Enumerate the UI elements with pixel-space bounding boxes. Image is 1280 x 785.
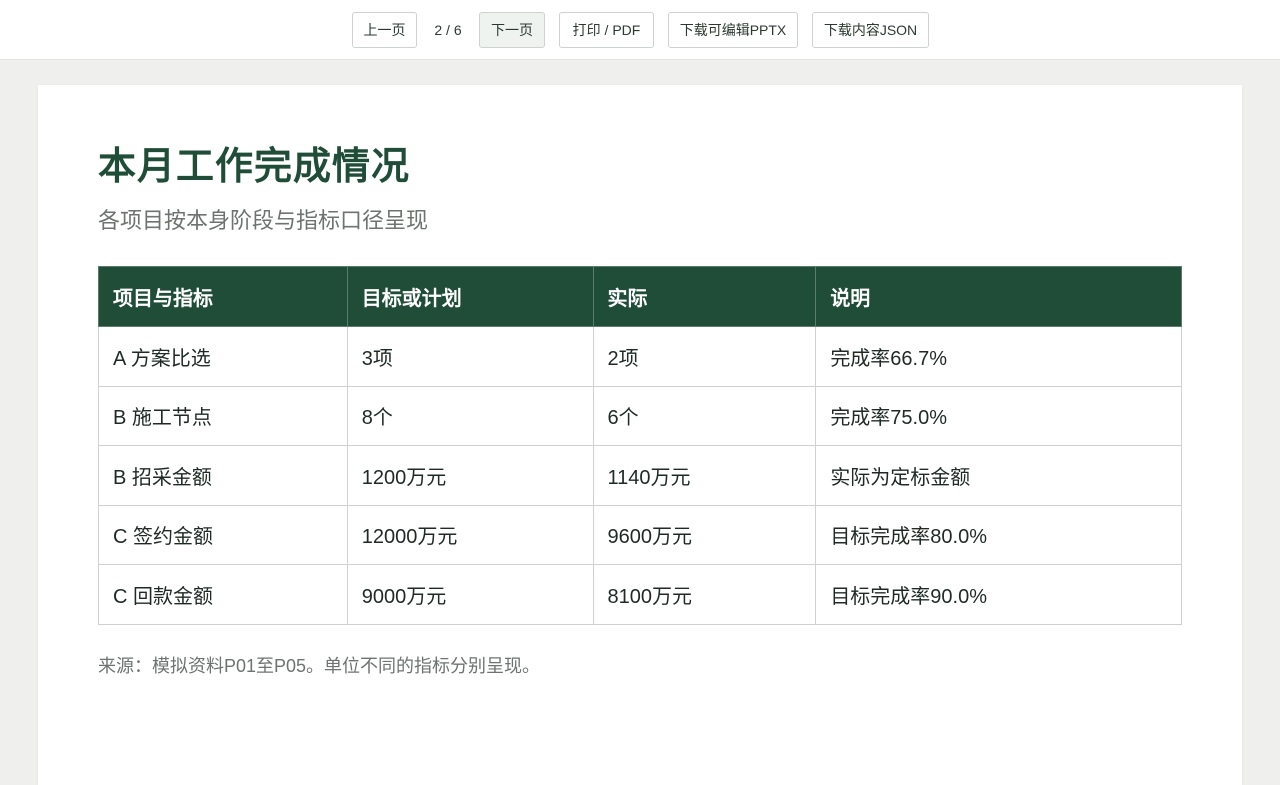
page-subtitle: 各项目按本身阶段与指标口径呈现 bbox=[98, 208, 429, 233]
cell-actual: 1140万元 bbox=[592, 445, 817, 506]
table-row: C 签约金额 12000万元 9600万元 目标完成率80.0% bbox=[98, 504, 1182, 565]
page-title: 本月工作完成情况 bbox=[98, 146, 411, 188]
header-project-metric: 项目与指标 bbox=[98, 266, 348, 327]
cell-actual: 8100万元 bbox=[592, 564, 817, 625]
table-header-row: 项目与指标 目标或计划 实际 说明 bbox=[98, 266, 1182, 327]
header-target-plan: 目标或计划 bbox=[346, 266, 594, 327]
cell-target-plan: 1200万元 bbox=[346, 445, 594, 506]
table-row: C 回款金额 9000万元 8100万元 目标完成率90.0% bbox=[98, 564, 1182, 625]
toolbar: 上一页 2 / 6 下一页 打印 / PDF 下载可编辑PPTX 下载内容JSO… bbox=[0, 0, 1280, 60]
cell-project-metric: B 施工节点 bbox=[98, 385, 348, 446]
work-completion-table: 项目与指标 目标或计划 实际 说明 A 方案比选 3项 2项 完成率66.7% … bbox=[98, 266, 1182, 625]
cell-target-plan: 9000万元 bbox=[346, 564, 594, 625]
table-row: A 方案比选 3项 2项 完成率66.7% bbox=[98, 326, 1182, 387]
print-pdf-button[interactable]: 打印 / PDF bbox=[559, 12, 654, 48]
cell-actual: 2项 bbox=[592, 326, 817, 387]
next-page-button[interactable]: 下一页 bbox=[479, 12, 545, 48]
prev-page-button[interactable]: 上一页 bbox=[352, 12, 417, 48]
cell-actual: 6个 bbox=[592, 385, 817, 446]
cell-description: 目标完成率90.0% bbox=[815, 564, 1182, 625]
cell-project-metric: C 签约金额 bbox=[98, 504, 348, 565]
source-note: 来源：模拟资料P01至P05。单位不同的指标分别呈现。 bbox=[98, 656, 541, 676]
cell-target-plan: 3项 bbox=[346, 326, 594, 387]
cell-actual: 9600万元 bbox=[592, 504, 817, 565]
cell-project-metric: A 方案比选 bbox=[98, 326, 348, 387]
cell-description: 完成率66.7% bbox=[815, 326, 1182, 387]
table-row: B 施工节点 8个 6个 完成率75.0% bbox=[98, 385, 1182, 446]
cell-target-plan: 12000万元 bbox=[346, 504, 594, 565]
cell-project-metric: C 回款金额 bbox=[98, 564, 348, 625]
cell-description: 实际为定标金额 bbox=[815, 445, 1182, 506]
download-pptx-button[interactable]: 下载可编辑PPTX bbox=[668, 12, 798, 48]
table-row: B 招采金额 1200万元 1140万元 实际为定标金额 bbox=[98, 445, 1182, 506]
cell-description: 完成率75.0% bbox=[815, 385, 1182, 446]
page-indicator: 2 / 6 bbox=[434, 22, 462, 38]
header-description: 说明 bbox=[815, 266, 1182, 327]
cell-project-metric: B 招采金额 bbox=[98, 445, 348, 506]
download-json-button[interactable]: 下载内容JSON bbox=[812, 12, 929, 48]
header-actual: 实际 bbox=[592, 266, 817, 327]
cell-target-plan: 8个 bbox=[346, 385, 594, 446]
cell-description: 目标完成率80.0% bbox=[815, 504, 1182, 565]
slide-page: 本月工作完成情况 各项目按本身阶段与指标口径呈现 项目与指标 目标或计划 实际 … bbox=[38, 85, 1242, 785]
